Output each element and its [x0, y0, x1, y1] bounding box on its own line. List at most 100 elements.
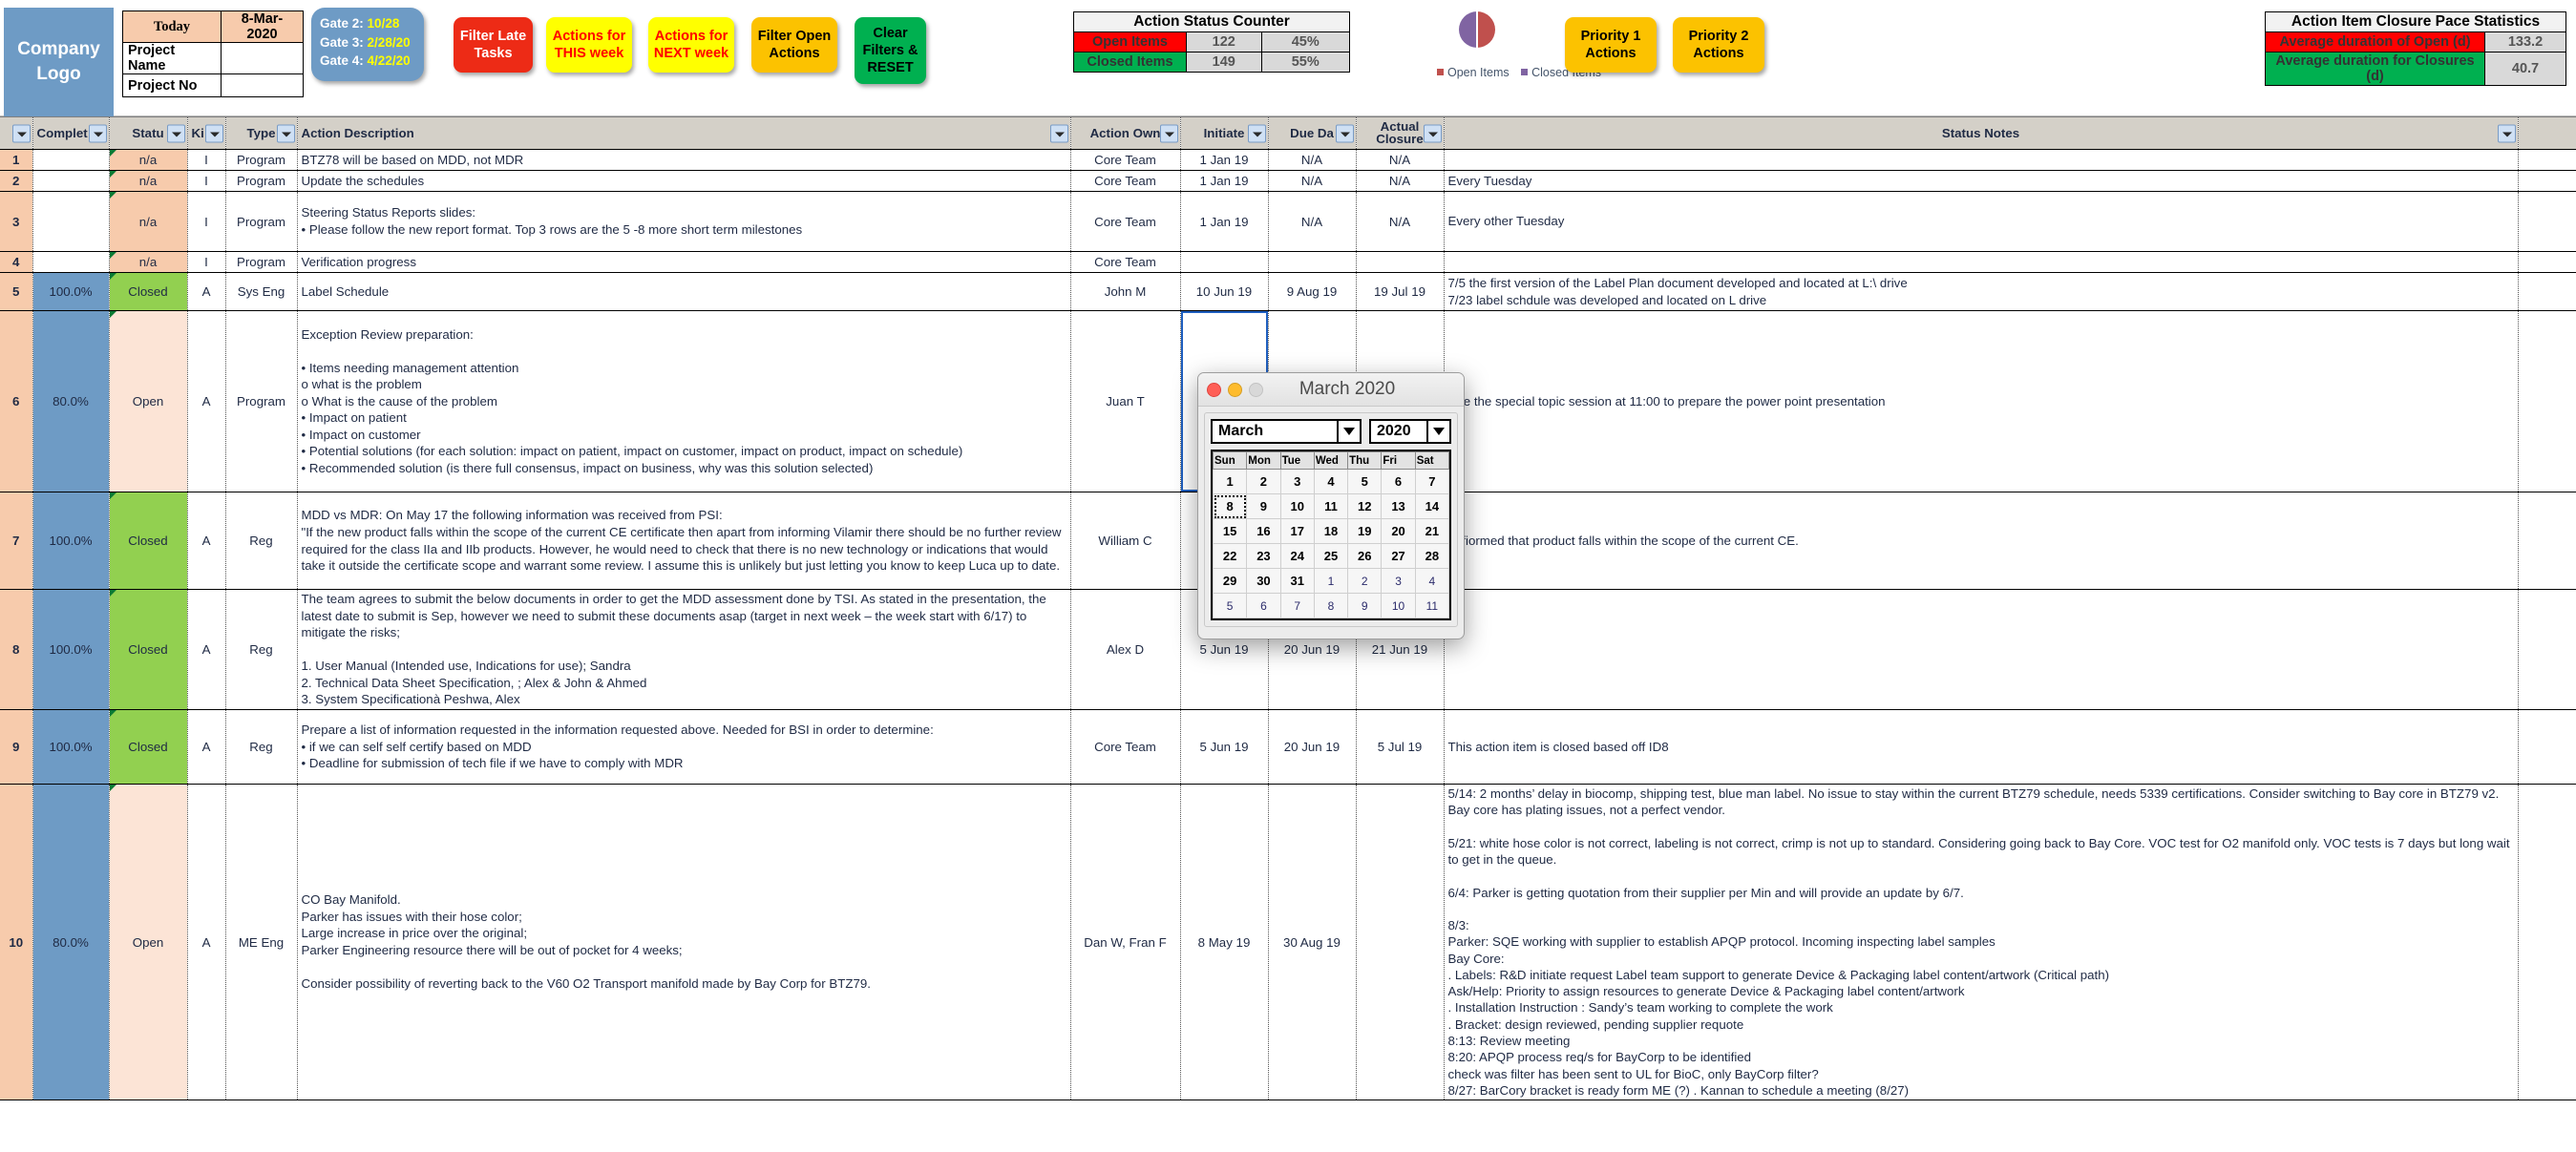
- cell-complete[interactable]: [32, 191, 110, 252]
- filter-dropdown-kind-icon[interactable]: [204, 124, 223, 142]
- cell-status-notes[interactable]: Every other Tuesday: [1444, 191, 2519, 252]
- cell-status[interactable]: n/a: [109, 170, 188, 192]
- calendar-day[interactable]: 11: [1414, 593, 1450, 618]
- calendar-grid[interactable]: Sun Mon Tue Wed Thu Fri Sat 1 2 3 4 5 6 7 8 9 10 11 12 13 1…: [1211, 450, 1451, 620]
- cell-initiate[interactable]: [1180, 251, 1269, 273]
- cell-owner[interactable]: Juan T: [1070, 310, 1181, 492]
- cell-type[interactable]: Reg: [225, 709, 298, 785]
- filter-dropdown-type-icon[interactable]: [276, 124, 295, 142]
- filter-dropdown-complete-icon[interactable]: [88, 124, 107, 142]
- cell-actual-closure[interactable]: [1356, 251, 1445, 273]
- cell-type[interactable]: Program: [225, 170, 298, 192]
- cell-status[interactable]: Closed: [109, 492, 188, 590]
- calendar-day[interactable]: 19: [1347, 518, 1383, 544]
- cell-type[interactable]: Reg: [225, 492, 298, 590]
- cell-status[interactable]: Closed: [109, 589, 188, 710]
- cell-blank[interactable]: [2518, 492, 2576, 590]
- clear-filters-reset-button[interactable]: Clear Filters & RESET: [855, 17, 926, 84]
- calendar-day[interactable]: 27: [1381, 543, 1416, 569]
- cell-status[interactable]: n/a: [109, 251, 188, 273]
- cell-complete[interactable]: [32, 251, 110, 273]
- cell-status[interactable]: Closed: [109, 709, 188, 785]
- calendar-day[interactable]: 12: [1347, 493, 1383, 519]
- cell-initiate[interactable]: 1 Jan 19: [1180, 191, 1269, 252]
- cell-kind[interactable]: I: [187, 191, 226, 252]
- calendar-day[interactable]: 21: [1414, 518, 1450, 544]
- cell-owner[interactable]: John M: [1070, 272, 1181, 311]
- calendar-day[interactable]: 24: [1279, 543, 1315, 569]
- cell-due-date[interactable]: 20 Jun 19: [1268, 709, 1357, 785]
- cell-status-notes[interactable]: 5/14: 2 months’ delay in biocomp, shippi…: [1444, 784, 2519, 1101]
- cell-owner[interactable]: Alex D: [1070, 589, 1181, 710]
- calendar-day[interactable]: 7: [1414, 469, 1450, 494]
- filter-dropdown-description-icon[interactable]: [1049, 124, 1068, 142]
- cell-type[interactable]: Reg: [225, 589, 298, 710]
- cell-status[interactable]: Open: [109, 784, 188, 1101]
- cell-initiate[interactable]: 1 Jan 19: [1180, 170, 1269, 192]
- cell-status[interactable]: n/a: [109, 149, 188, 171]
- cell-due-date[interactable]: N/A: [1268, 149, 1357, 171]
- calendar-day[interactable]: 22: [1212, 543, 1248, 569]
- cell-due-date[interactable]: 9 Aug 19: [1268, 272, 1357, 311]
- calendar-day[interactable]: 18: [1313, 518, 1349, 544]
- cell-description[interactable]: BTZ78 will be based on MDD, not MDR: [297, 149, 1071, 171]
- chevron-down-year-icon[interactable]: [1426, 421, 1449, 442]
- calendar-day[interactable]: 5: [1347, 469, 1383, 494]
- cell-status-notes[interactable]: Every Tuesday: [1444, 170, 2519, 192]
- cell-description[interactable]: MDD vs MDR: On May 17 the following info…: [297, 492, 1071, 590]
- project-name-value[interactable]: [220, 42, 305, 74]
- calendar-day[interactable]: 17: [1279, 518, 1315, 544]
- cell-description[interactable]: CO Bay Manifold. Parker has issues with …: [297, 784, 1071, 1101]
- calendar-day[interactable]: 2: [1246, 469, 1281, 494]
- calendar-day[interactable]: 4: [1313, 469, 1349, 494]
- calendar-day[interactable]: 29: [1212, 568, 1248, 594]
- calendar-day[interactable]: 11: [1313, 493, 1349, 519]
- cell-complete[interactable]: 100.0%: [32, 272, 110, 311]
- cell-type[interactable]: Program: [225, 310, 298, 492]
- cell-status-notes[interactable]: Use the special topic session at 11:00 t…: [1444, 310, 2519, 492]
- calendar-day[interactable]: 14: [1414, 493, 1450, 519]
- filter-dropdown-initiate-icon[interactable]: [1247, 124, 1266, 142]
- cell-kind[interactable]: A: [187, 709, 226, 785]
- actions-this-week-button[interactable]: Actions for THIS week: [546, 17, 632, 73]
- cell-status-notes[interactable]: [1444, 589, 2519, 710]
- calendar-day[interactable]: 30: [1246, 568, 1281, 594]
- cell-kind[interactable]: A: [187, 310, 226, 492]
- year-select[interactable]: 2020: [1369, 419, 1451, 444]
- calendar-day[interactable]: 20: [1381, 518, 1416, 544]
- table-row[interactable]: 1 n/a I Program BTZ78 will be based on MDD, …: [0, 149, 2576, 171]
- cell-actual-closure[interactable]: [1356, 784, 1445, 1101]
- priority-2-actions-button[interactable]: Priority 2 Actions: [1673, 17, 1764, 73]
- table-row[interactable]: 3 n/a I Program Steering Status Reports slid…: [0, 191, 2576, 252]
- calendar-day[interactable]: 26: [1347, 543, 1383, 569]
- cell-owner[interactable]: Dan W, Fran F: [1070, 784, 1181, 1101]
- cell-due-date[interactable]: N/A: [1268, 191, 1357, 252]
- filter-open-actions-button[interactable]: Filter Open Actions: [751, 17, 837, 73]
- cell-description[interactable]: Update the schedules: [297, 170, 1071, 192]
- cell-initiate[interactable]: 1 Jan 19: [1180, 149, 1269, 171]
- cell-status[interactable]: Closed: [109, 272, 188, 311]
- calendar-day[interactable]: 31: [1279, 568, 1315, 594]
- actions-next-week-button[interactable]: Actions for NEXT week: [648, 17, 734, 73]
- cell-initiate[interactable]: 8 May 19: [1180, 784, 1269, 1101]
- table-row[interactable]: 5 100.0% Closed A Sys Eng Label Schedule John …: [0, 272, 2576, 311]
- cell-owner[interactable]: Core Team: [1070, 191, 1181, 252]
- calendar-day[interactable]: 3: [1381, 568, 1416, 594]
- calendar-day[interactable]: 8: [1313, 593, 1349, 618]
- cell-complete[interactable]: [32, 170, 110, 192]
- filter-dropdown-actual-closure-icon[interactable]: [1423, 124, 1442, 142]
- cell-actual-closure[interactable]: N/A: [1356, 191, 1445, 252]
- cell-type[interactable]: Program: [225, 149, 298, 171]
- chevron-down-icon[interactable]: [1337, 421, 1360, 442]
- table-row[interactable]: 10 80.0% Open A ME Eng CO Bay Manifold. Parke…: [0, 784, 2576, 1101]
- cell-description[interactable]: The team agrees to submit the below docu…: [297, 589, 1071, 710]
- cell-owner[interactable]: Core Team: [1070, 170, 1181, 192]
- cell-kind[interactable]: A: [187, 272, 226, 311]
- calendar-day[interactable]: 6: [1246, 593, 1281, 618]
- cell-complete[interactable]: 100.0%: [32, 589, 110, 710]
- cell-complete[interactable]: 100.0%: [32, 492, 110, 590]
- filter-dropdown-status-icon[interactable]: [166, 124, 185, 142]
- cell-owner[interactable]: Core Team: [1070, 149, 1181, 171]
- cell-actual-closure[interactable]: 19 Jul 19: [1356, 272, 1445, 311]
- cell-status-notes[interactable]: [1444, 251, 2519, 273]
